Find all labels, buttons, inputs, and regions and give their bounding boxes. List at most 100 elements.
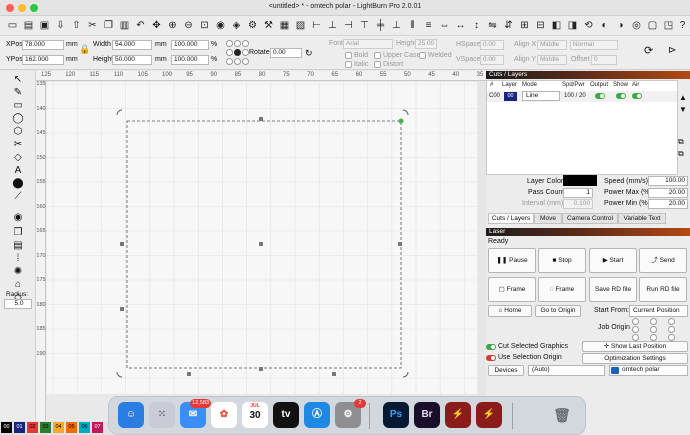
vspace-input[interactable]: 0.00 — [480, 55, 504, 65]
origin-top-center[interactable] — [234, 40, 241, 47]
ruler-tool-icon[interactable]: ⟋ — [11, 191, 25, 203]
device-select[interactable]: omtech polar — [609, 365, 688, 376]
boolean-icon[interactable]: ◐ — [598, 19, 611, 32]
settings-icon[interactable]: ⚙ — [246, 19, 259, 32]
align-center-icon[interactable]: ⊥ — [326, 19, 339, 32]
layer-show-toggle[interactable] — [616, 93, 626, 99]
align-bottom-icon[interactable]: ⊥ — [390, 19, 403, 32]
make-same-height-icon[interactable]: ↕ — [470, 19, 483, 32]
job-origin-mc[interactable] — [650, 326, 657, 333]
align-middle-icon[interactable]: ╪ — [374, 19, 387, 32]
speed-input[interactable]: 100.00 — [648, 176, 688, 186]
show-last-position-button[interactable]: ✛ Show Last Position — [582, 341, 688, 352]
bridge-icon[interactable]: Br — [414, 402, 440, 428]
use-selection-toggle[interactable] — [486, 355, 496, 361]
zoom-in-icon[interactable]: ⊕ — [166, 19, 179, 32]
save-rd-button[interactable]: Save RD file — [589, 277, 637, 302]
text-path-icon[interactable]: ⊳ — [668, 45, 680, 57]
dock-right-icon[interactable]: ◨ — [566, 19, 579, 32]
make-same-width-icon[interactable]: ↔ — [454, 19, 467, 32]
job-origin-tc[interactable] — [650, 318, 657, 325]
go-to-origin-button[interactable]: Go to Origin — [535, 305, 581, 317]
text-height-input[interactable]: 25.00 — [415, 39, 437, 49]
origin-center[interactable] — [234, 49, 241, 56]
bold-checkbox[interactable] — [345, 52, 352, 59]
origin-bottom-left[interactable] — [226, 58, 233, 65]
stack-icon[interactable]: ▤ — [11, 240, 25, 252]
frame-icon[interactable]: ▢ — [646, 19, 659, 32]
tab-move[interactable]: Move — [534, 213, 562, 224]
design-canvas[interactable] — [47, 82, 477, 394]
circle-frame-button[interactable]: ◌ Frame — [538, 277, 586, 302]
origin-bottom-center[interactable] — [234, 58, 241, 65]
layer-air-toggle[interactable] — [632, 93, 642, 99]
palette-swatch-06[interactable]: 06 — [79, 422, 90, 433]
rotate-icon[interactable]: ⟲ — [582, 19, 595, 32]
layer-row-mode-select[interactable]: Line — [522, 91, 560, 101]
photoshop-icon[interactable]: Ps — [383, 402, 409, 428]
camera-icon[interactable]: ◉ — [214, 19, 227, 32]
distribute-v-icon[interactable]: ≡ — [422, 19, 435, 32]
job-origin-mr[interactable] — [668, 326, 675, 333]
undo-icon[interactable]: ↶ — [134, 19, 147, 32]
select-tool-icon[interactable]: ↖ — [11, 74, 25, 86]
flip-v-icon[interactable]: ⇵ — [502, 19, 515, 32]
zoom-out-icon[interactable]: ⊖ — [182, 19, 195, 32]
offset-icon[interactable]: ◎ — [630, 19, 643, 32]
tab-cuts-layers[interactable]: Cuts / Layers — [488, 213, 534, 224]
machine-settings-icon[interactable]: ⚒ — [262, 19, 275, 32]
rotate-handle-bl[interactable] — [116, 371, 123, 378]
layer-row-color[interactable]: 00 — [504, 92, 517, 101]
cut-icon[interactable]: ✂ — [86, 19, 99, 32]
cut-selected-toggle[interactable] — [486, 344, 496, 350]
align-top-icon[interactable]: ⊤ — [358, 19, 371, 32]
palette-swatch-05[interactable]: 05 — [66, 422, 77, 433]
apple-tv-icon[interactable]: tv — [273, 402, 299, 428]
height-input[interactable]: 50.000 — [112, 55, 152, 65]
preview-icon[interactable]: ◳ — [662, 19, 675, 32]
measure-tool-icon[interactable]: ◇ — [11, 152, 25, 164]
scale-y-input[interactable]: 100.000 — [171, 55, 209, 65]
lock-ratio-icon[interactable]: 🔒 — [79, 45, 90, 54]
rectangle-tool-icon[interactable]: ▭ — [11, 100, 25, 112]
palette-swatch-01[interactable]: 01 — [14, 422, 25, 433]
grid-array-tool-icon[interactable]: ⁞ — [11, 253, 25, 265]
width-input[interactable]: 54.000 — [112, 40, 152, 50]
rotate-handle-tl[interactable] — [116, 109, 123, 116]
welded-checkbox[interactable] — [419, 52, 426, 59]
mail-icon[interactable]: ✉ 12,583 — [180, 399, 211, 428]
font-select[interactable]: Arial — [343, 39, 393, 49]
layer-copy-icon[interactable]: ⧉ — [678, 137, 689, 147]
selection-handles[interactable] — [120, 117, 402, 376]
pass-count-input[interactable]: 1 — [563, 188, 593, 198]
rotate-input[interactable]: 0.00 — [270, 48, 302, 58]
launchpad-icon[interactable]: ⁙ — [149, 402, 175, 428]
italic-checkbox[interactable] — [345, 61, 352, 68]
start-button[interactable]: ▶ Start — [589, 248, 637, 273]
group-icon[interactable]: ▦ — [278, 19, 291, 32]
rotate-handle-tr[interactable] — [402, 109, 409, 116]
layer-color-swatch[interactable] — [563, 175, 597, 186]
scissors-tool-icon[interactable]: ✂ — [11, 139, 25, 151]
palette-swatch-00[interactable]: 00 — [1, 422, 12, 433]
photos-icon[interactable]: ✿ — [211, 402, 237, 428]
job-origin-ml[interactable] — [632, 326, 639, 333]
selected-rectangle[interactable] — [126, 120, 402, 369]
palette-swatch-07[interactable]: 07 — [92, 422, 103, 433]
power-min-input[interactable]: 20.00 — [648, 199, 688, 209]
weld-icon[interactable]: ◑ — [614, 19, 627, 32]
paste-icon[interactable]: ▥ — [118, 19, 131, 32]
copy-icon[interactable]: ❐ — [102, 19, 115, 32]
tab-variable-text[interactable]: Variable Text — [618, 213, 666, 224]
zoom-fit-icon[interactable]: ⊡ — [198, 19, 211, 32]
palette-swatch-04[interactable]: 04 — [53, 422, 64, 433]
lightburn-secondary-icon[interactable]: ⚡ — [476, 402, 502, 428]
xpos-input[interactable]: 78.000 — [22, 40, 64, 50]
run-rd-button[interactable]: Run RD file — [639, 277, 687, 302]
interval-input[interactable]: 0.100 — [563, 199, 593, 209]
send-button[interactable]: ⤴ Send — [639, 248, 687, 273]
dock-left-icon[interactable]: ◧ — [550, 19, 563, 32]
text-tool-icon[interactable]: A — [11, 165, 25, 177]
palette-swatch-02[interactable]: 02 — [27, 422, 38, 433]
layer-paste-icon[interactable]: ⧉ — [678, 149, 689, 159]
